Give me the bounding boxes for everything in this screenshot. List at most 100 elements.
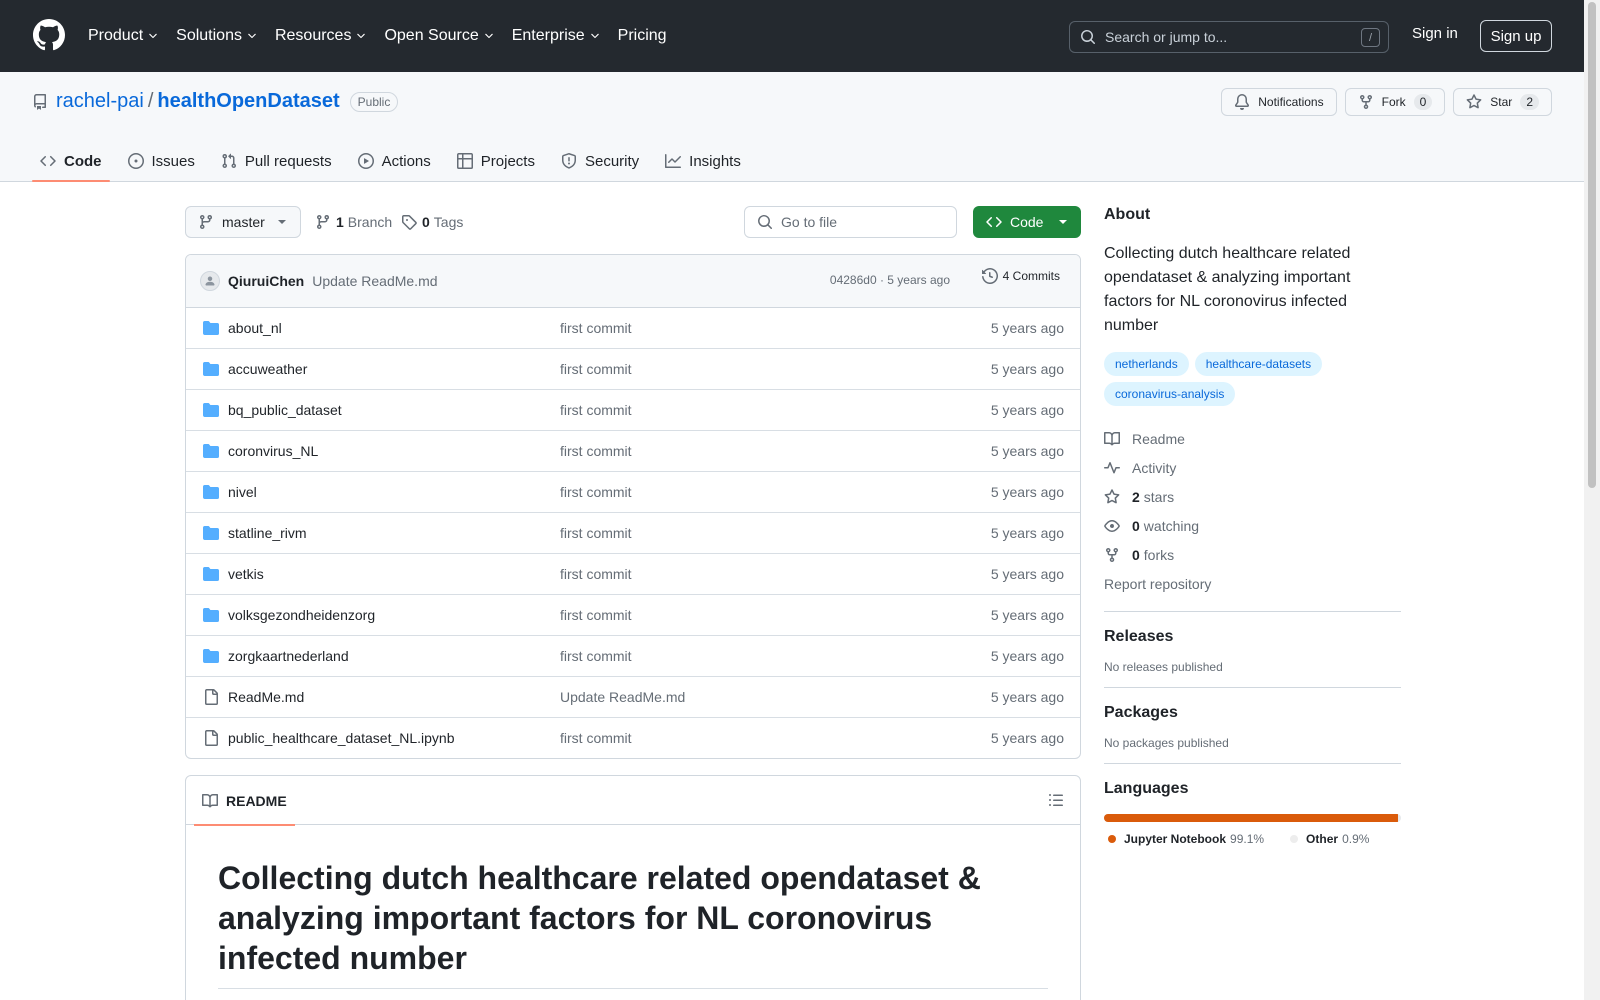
file-commit-time: 5 years ago: [990, 648, 1064, 664]
file-commit-message-link[interactable]: first commit: [560, 566, 632, 582]
report-repository-link[interactable]: Report repository: [1104, 569, 1401, 598]
git-branch-icon: [199, 215, 212, 230]
watching-link[interactable]: 0 watching: [1104, 511, 1401, 540]
table-row[interactable]: statline_rivm first commit 5 years ago: [186, 513, 1080, 554]
top-nav-pricing[interactable]: Pricing: [618, 27, 667, 45]
bell-icon: [1235, 94, 1250, 110]
top-nav-product[interactable]: Product: [88, 27, 159, 45]
file-name-link[interactable]: nivel: [228, 484, 257, 500]
file-name-link[interactable]: volksgezondheidenzorg: [228, 607, 375, 623]
repo-tabs: Code Issues Pull requests Actions Projects Se…: [32, 140, 759, 182]
go-to-file-input[interactable]: Go to file: [744, 206, 957, 238]
stars-label: stars: [1143, 488, 1175, 505]
topic-tag[interactable]: coronavirus-analysis: [1104, 382, 1236, 406]
file-commit-message-link[interactable]: first commit: [560, 443, 632, 459]
file-name-link[interactable]: bq_public_dataset: [228, 402, 342, 418]
tab-pull-requests[interactable]: Pull requests: [213, 140, 340, 182]
file-browser: QiuruiChen Update ReadMe.md 04286d0 · 5 …: [185, 254, 1081, 759]
repo-name-link[interactable]: healthOpenDataset: [157, 90, 339, 113]
notifications-label: Notifications: [1258, 95, 1324, 109]
top-nav-resources[interactable]: Resources: [275, 27, 367, 45]
language-item[interactable]: Other 0.9%: [1286, 832, 1369, 846]
go-to-file-placeholder: Go to file: [781, 214, 838, 230]
search-placeholder: Search or jump to...: [1105, 29, 1228, 45]
activity-link[interactable]: Activity: [1104, 453, 1401, 482]
file-commit-message-link[interactable]: first commit: [560, 525, 632, 541]
top-nav-label: Enterprise: [511, 27, 585, 44]
fork-icon: [1359, 95, 1372, 110]
file-name-link[interactable]: vetkis: [228, 566, 264, 582]
table-row[interactable]: accuweather first commit 5 years ago: [186, 349, 1080, 390]
table-row[interactable]: zorgkaartnederland first commit 5 years ag…: [186, 636, 1080, 677]
code-dropdown-button[interactable]: Code: [973, 206, 1081, 238]
tab-actions[interactable]: Actions: [350, 140, 439, 182]
file-name-link[interactable]: public_healthcare_dataset_NL.ipynb: [228, 730, 455, 746]
commit-message-link[interactable]: Update ReadMe.md: [312, 273, 437, 289]
top-nav-label: Resources: [274, 27, 352, 44]
list-unordered-icon[interactable]: [1048, 792, 1064, 808]
file-commit-message-link[interactable]: first commit: [560, 361, 632, 377]
table-row[interactable]: nivel first commit 5 years ago: [186, 472, 1080, 513]
graph-icon: [665, 154, 682, 168]
scrollbar-thumb[interactable]: [1588, 2, 1596, 488]
commits-history-link[interactable]: 4 Commits: [981, 268, 1060, 284]
table-row[interactable]: bq_public_dataset first commit 5 years ago: [186, 390, 1080, 431]
file-name-link[interactable]: accuweather: [228, 361, 307, 377]
releases-heading[interactable]: Releases: [1104, 628, 1401, 646]
top-nav-open-source[interactable]: Open Source: [384, 27, 494, 45]
file-commit-message-link[interactable]: first commit: [560, 402, 632, 418]
stars-link[interactable]: 2 stars: [1104, 482, 1401, 511]
page-scrollbar[interactable]: [1584, 0, 1600, 1000]
file-commit-message-link[interactable]: first commit: [560, 730, 632, 746]
file-commit-message-link[interactable]: first commit: [560, 648, 632, 664]
readme-panel: README Collecting dutch healthcare relat…: [185, 775, 1081, 1000]
top-nav-solutions[interactable]: Solutions: [176, 27, 258, 45]
notifications-button[interactable]: Notifications: [1221, 88, 1337, 116]
top-nav-enterprise[interactable]: Enterprise: [512, 27, 601, 45]
packages-heading[interactable]: Packages: [1104, 704, 1401, 722]
commit-hash-time[interactable]: 04286d0 · 5 years ago: [830, 273, 950, 287]
tab-insights[interactable]: Insights: [657, 140, 749, 182]
readme-tab[interactable]: README: [194, 776, 295, 826]
releases-note: No releases published: [1104, 660, 1223, 674]
tab-code[interactable]: Code: [32, 140, 110, 182]
branch-select-button[interactable]: master: [185, 206, 301, 238]
repo-owner-link[interactable]: rachel-pai: [56, 90, 144, 113]
folder-icon: [203, 403, 219, 417]
tab-security[interactable]: Security: [553, 140, 647, 182]
topic-tag[interactable]: healthcare-datasets: [1194, 352, 1323, 376]
file-name-link[interactable]: coronvirus_NL: [228, 443, 318, 459]
avatar[interactable]: [200, 271, 220, 291]
table-row[interactable]: about_nl first commit 5 years ago: [186, 308, 1080, 349]
forks-link[interactable]: 0 forks: [1104, 540, 1401, 569]
file-name-link[interactable]: ReadMe.md: [228, 689, 304, 705]
tab-issues[interactable]: Issues: [120, 140, 203, 182]
table-row[interactable]: volksgezondheidenzorg first commit 5 years…: [186, 595, 1080, 636]
tag-icon: [402, 215, 417, 230]
file-commit-message-link[interactable]: first commit: [560, 607, 632, 623]
file-commit-message-link[interactable]: Update ReadMe.md: [560, 689, 685, 705]
commit-author-link[interactable]: QiuruiChen: [228, 273, 304, 289]
tab-label: Code: [64, 152, 102, 170]
file-commit-message-link[interactable]: first commit: [560, 320, 632, 336]
sign-in-link[interactable]: Sign in: [1412, 25, 1458, 42]
file-name-link[interactable]: about_nl: [228, 320, 282, 336]
tab-projects[interactable]: Projects: [449, 140, 543, 182]
table-row[interactable]: coronvirus_NL first commit 5 years ago: [186, 431, 1080, 472]
tags-link[interactable]: 0 Tags: [401, 206, 463, 238]
sign-up-button[interactable]: Sign up: [1480, 20, 1552, 52]
file-name-link[interactable]: zorgkaartnederland: [228, 648, 349, 664]
star-button[interactable]: Star 2: [1453, 88, 1552, 116]
file-name-link[interactable]: statline_rivm: [228, 525, 307, 541]
language-item[interactable]: Jupyter Notebook 99.1%: [1104, 832, 1264, 846]
branches-link[interactable]: 1 Branch: [315, 206, 392, 238]
table-row[interactable]: vetkis first commit 5 years ago: [186, 554, 1080, 595]
global-search-input[interactable]: Search or jump to... /: [1069, 21, 1389, 53]
table-row[interactable]: ReadMe.md Update ReadMe.md 5 years ago: [186, 677, 1080, 718]
file-commit-message-link[interactable]: first commit: [560, 484, 632, 500]
topic-tag[interactable]: netherlands: [1104, 352, 1189, 376]
readme-link[interactable]: Readme: [1104, 424, 1401, 453]
table-row[interactable]: public_healthcare_dataset_NL.ipynb first …: [186, 718, 1080, 758]
fork-button[interactable]: Fork 0: [1344, 88, 1446, 116]
github-logo-icon[interactable]: [33, 19, 65, 51]
